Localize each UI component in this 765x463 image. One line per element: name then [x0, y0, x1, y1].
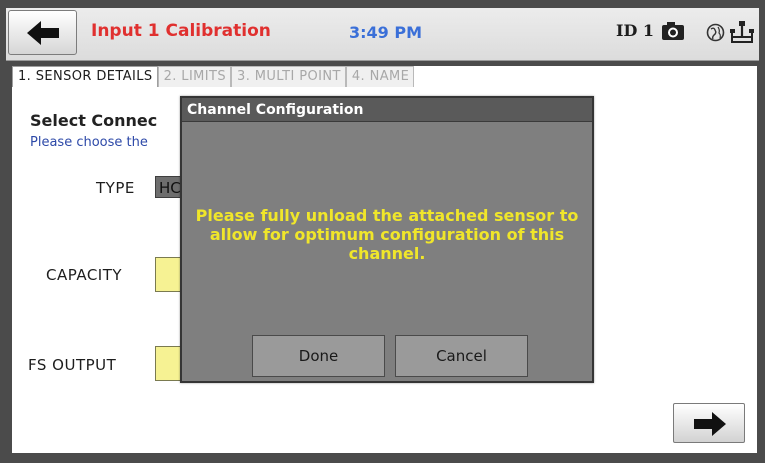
tab-bar: 1. SENSOR DETAILS 2. LIMITS 3. MULTI POI… [12, 66, 415, 87]
globe-icon[interactable] [706, 23, 725, 42]
dialog-title: Channel Configuration [182, 98, 592, 122]
channel-configuration-dialog: Channel Configuration Please fully unloa… [180, 96, 594, 383]
device-id: ID 1 [616, 21, 655, 40]
tab-sensor-details[interactable]: 1. SENSOR DETAILS [12, 66, 158, 87]
page-title: Input 1 Calibration [91, 21, 271, 41]
clock: 3:49 PM [349, 23, 423, 42]
done-button[interactable]: Done [252, 335, 385, 377]
next-button[interactable] [673, 403, 745, 443]
back-arrow-icon [27, 21, 59, 45]
type-label: TYPE [96, 179, 135, 197]
dialog-message: Please fully unload the attached sensor … [195, 206, 579, 263]
tab-limits[interactable]: 2. LIMITS [157, 66, 232, 87]
tab-multi-point[interactable]: 3. MULTI POINT [231, 66, 346, 87]
cancel-button[interactable]: Cancel [395, 335, 528, 377]
section-title: Select Connec [30, 111, 158, 130]
section-subtitle: Please choose the [30, 135, 148, 150]
fs-output-label: FS OUTPUT [28, 356, 117, 374]
header-bar: Input 1 Calibration 3:49 PM ID 1 [6, 8, 759, 61]
back-button[interactable] [8, 10, 77, 55]
tab-name[interactable]: 4. NAME [345, 66, 415, 87]
camera-icon[interactable] [661, 21, 685, 41]
capacity-label: CAPACITY [46, 266, 123, 284]
app-window: Input 1 Calibration 3:49 PM ID 1 1. SENS… [0, 0, 765, 463]
usb-icon [730, 21, 754, 43]
forward-arrow-icon [694, 412, 726, 436]
